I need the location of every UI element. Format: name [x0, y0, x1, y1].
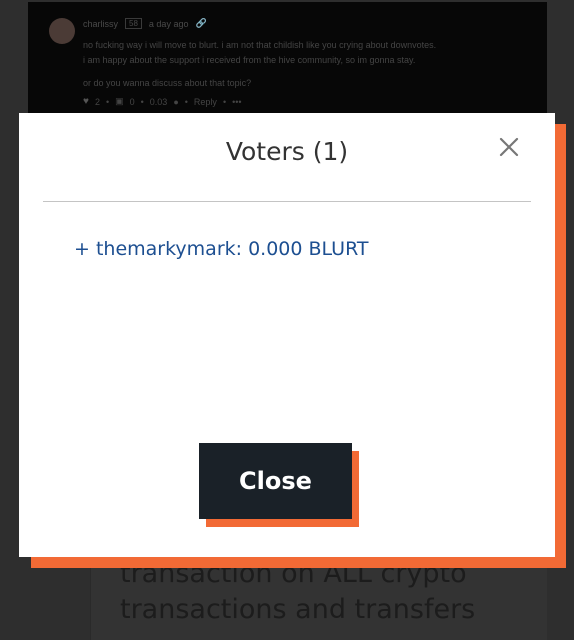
comment-author: charlissy	[83, 18, 119, 29]
post-text-line: transactions and transfers	[120, 594, 476, 625]
comment-actions: ♥ 2 • ▣ 0 • 0.03 ● • Reply • •••	[83, 96, 242, 107]
comment-time: a day ago	[148, 18, 189, 29]
separator: •	[105, 96, 110, 107]
avatar	[49, 18, 75, 44]
link-icon: 🔗	[195, 18, 207, 28]
payout-value: 0.03	[149, 96, 168, 107]
voter-item[interactable]: + themarkymark: 0.000 BLURT	[74, 238, 369, 260]
comment-line: no fucking way i will move to blurt. i a…	[83, 40, 437, 50]
separator: •	[184, 96, 188, 107]
reply-link: Reply	[193, 96, 217, 107]
close-button[interactable]: Close	[199, 443, 352, 519]
modal-title: Voters (1)	[225, 137, 349, 166]
close-icon[interactable]	[497, 135, 521, 159]
comment-card: charlissy 58 a day ago 🔗 no fucking way …	[28, 2, 547, 114]
comment-meta: charlissy 58 a day ago 🔗	[83, 18, 207, 29]
comment-line: i am happy about the support i received …	[83, 55, 416, 65]
currency-icon: ●	[173, 96, 179, 107]
divider	[43, 201, 531, 202]
more-icon: •••	[232, 96, 242, 107]
separator: •	[222, 96, 227, 107]
heart-icon: ♥	[83, 96, 89, 107]
comment-line: or do you wanna discuss about that topic…	[83, 78, 252, 88]
gift-icon: ▣	[115, 96, 124, 106]
reputation-badge: 58	[125, 18, 142, 29]
vote-count: 2	[94, 96, 100, 107]
gift-count: 0	[129, 96, 135, 107]
separator: •	[140, 96, 144, 107]
